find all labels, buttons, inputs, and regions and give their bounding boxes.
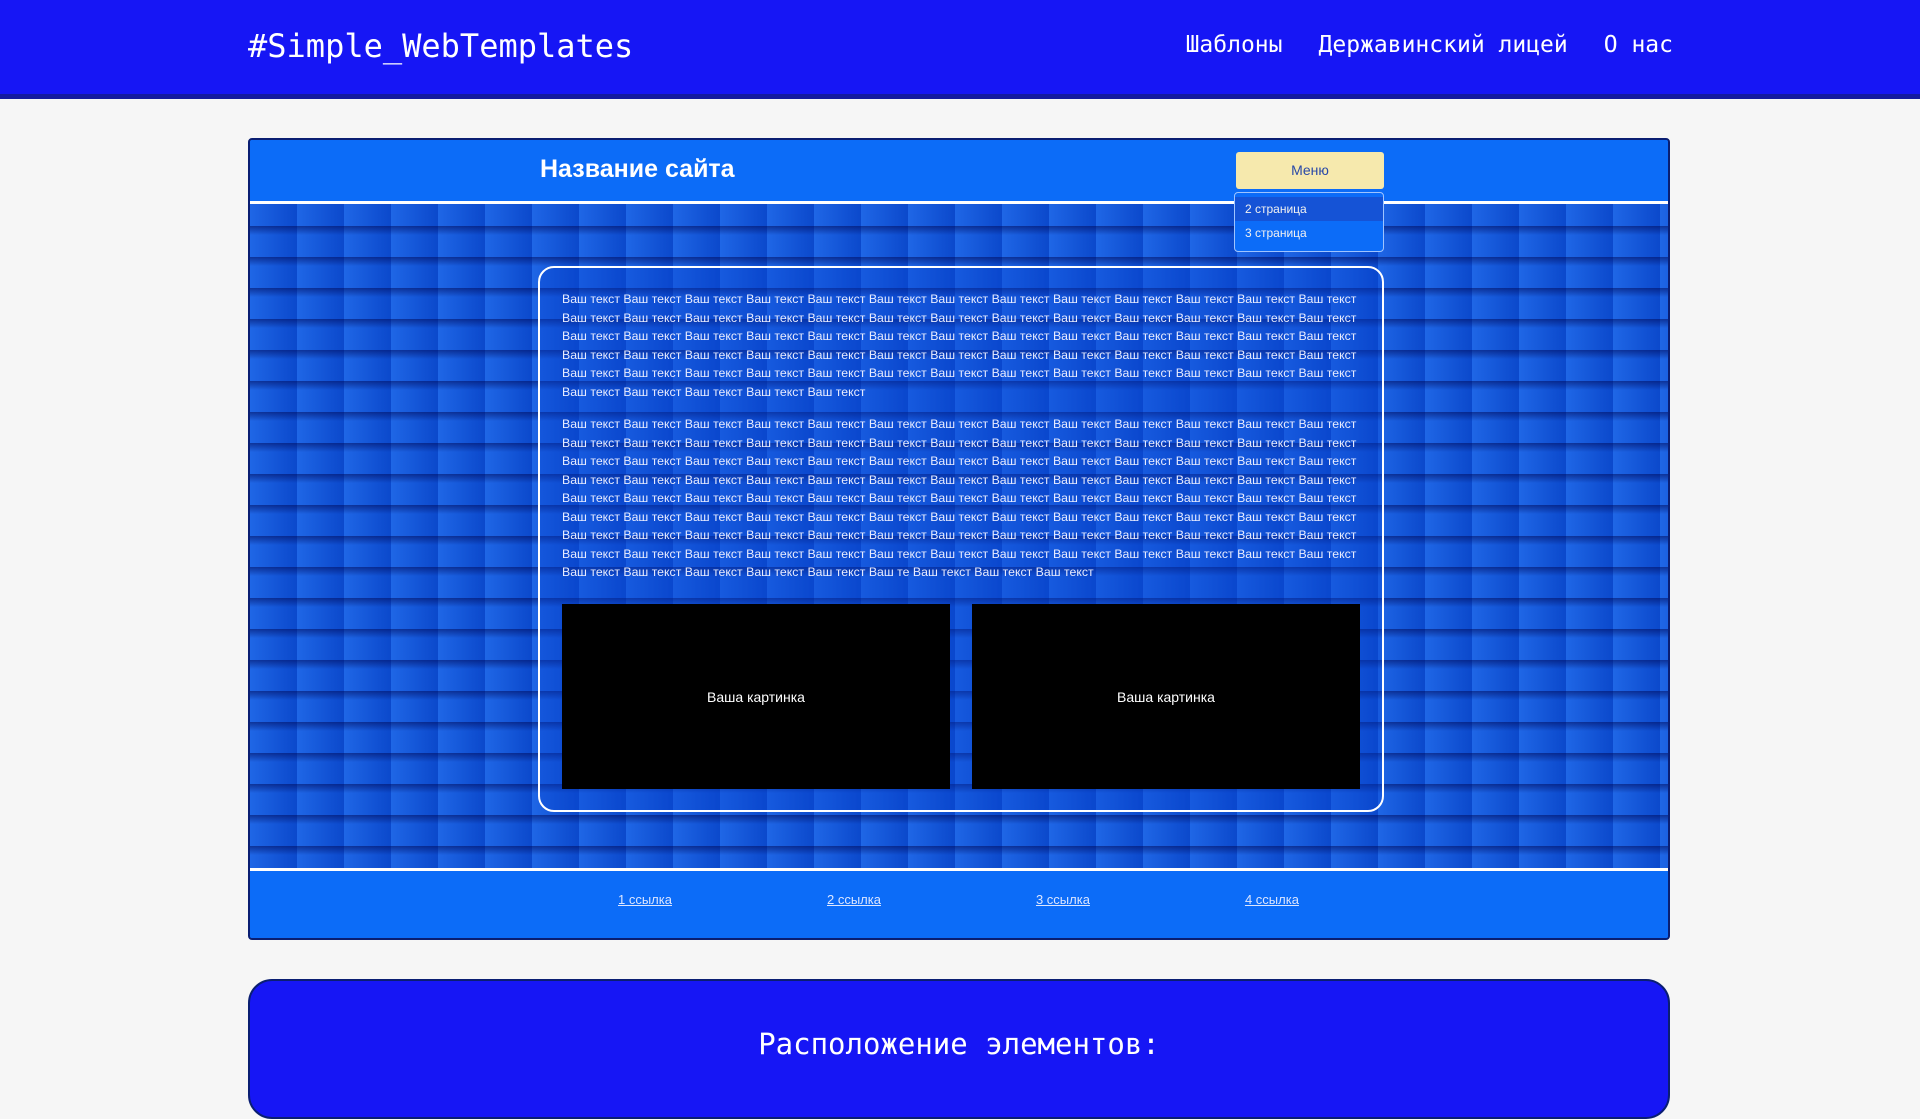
content-card: Ваш текст Ваш текст Ваш текст Ваш текст …: [538, 266, 1384, 812]
menu-dropdown: 2 страница 3 страница: [1234, 192, 1384, 252]
footer-link-2[interactable]: 2 ссылка: [827, 892, 881, 907]
nav-link-about[interactable]: О нас: [1604, 32, 1673, 58]
layout-section: Расположение элементов:: [248, 979, 1670, 1119]
footer-links: 1 ссылка 2 ссылка 3 ссылка 4 ссылка: [618, 892, 1299, 907]
footer-link-1[interactable]: 1 ссылка: [618, 892, 672, 907]
picture-row: Ваша картинка Ваша картинка: [562, 604, 1360, 789]
picture-label-2: Ваша картинка: [1117, 688, 1215, 705]
template-footer: 1 ссылка 2 ссылка 3 ссылка 4 ссылка: [250, 868, 1668, 938]
picture-placeholder-2: Ваша картинка: [972, 604, 1360, 789]
site-name-title: Название сайта: [540, 155, 735, 183]
template-header: Название сайта Меню: [250, 140, 1668, 204]
section-title: Расположение элементов:: [758, 1027, 1160, 1061]
nav-link-templates[interactable]: Шаблоны: [1186, 32, 1283, 58]
template-preview: Название сайта Меню 2 страница 3 страниц…: [248, 138, 1670, 940]
brand-logo-text[interactable]: #Simple_WebTemplates: [248, 27, 633, 65]
footer-link-3[interactable]: 3 ссылка: [1036, 892, 1090, 907]
dropdown-item-page-3[interactable]: 3 страница: [1235, 221, 1383, 245]
top-navigation-bar: #Simple_WebTemplates Шаблоны Державински…: [0, 0, 1920, 99]
text-paragraph-1: Ваш текст Ваш текст Ваш текст Ваш текст …: [562, 292, 1357, 399]
footer-link-4[interactable]: 4 ссылка: [1245, 892, 1299, 907]
picture-placeholder-1: Ваша картинка: [562, 604, 950, 789]
text-paragraph-2: Ваш текст Ваш текст Ваш текст Ваш текст …: [562, 417, 1357, 579]
top-nav: Шаблоны Державинский лицей О нас: [1186, 32, 1673, 58]
picture-label-1: Ваша картинка: [707, 688, 805, 705]
nav-link-derzhavin-lyceum[interactable]: Державинский лицей: [1319, 32, 1568, 58]
dropdown-item-page-2[interactable]: 2 страница: [1235, 197, 1383, 221]
menu-button[interactable]: Меню: [1236, 152, 1384, 189]
